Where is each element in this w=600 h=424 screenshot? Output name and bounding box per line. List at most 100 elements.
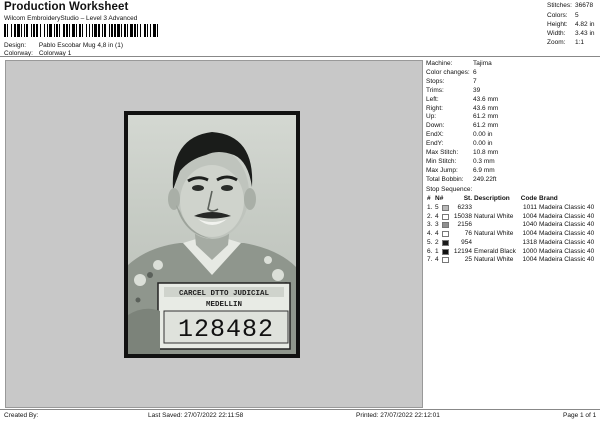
machine-info-label: Up: [426, 113, 437, 121]
color-swatch [442, 231, 449, 238]
machine-info-row: Max Jump: 6.9 mm [426, 167, 495, 175]
software-subtitle: Wilcom EmbroideryStudio – Level 3 Advanc… [4, 15, 138, 22]
color-swatch [442, 239, 449, 246]
machine-info-label: Color changes: [426, 68, 470, 76]
row-code: 1011 [523, 204, 537, 211]
placard-line2: MEDELLIN [206, 301, 242, 309]
row-brand: Madeira Classic 40 [539, 221, 595, 229]
worksheet-page: Production Worksheet Wilcom EmbroiderySt… [0, 0, 600, 424]
header-stitches: St. [463, 195, 472, 202]
design-label: Design: [4, 42, 27, 49]
row-number: 4. [427, 230, 433, 238]
machine-info-panel: Machine: Tajima Color changes: 6 Stops: 7 Trim… [424, 58, 600, 408]
footer-page: Page 1 of 1 [563, 412, 597, 419]
barcode-bar [158, 24, 160, 37]
row-code: 1000 [522, 247, 537, 255]
row-code: 1318 [522, 238, 537, 246]
design-value: Pablo Escobar Mug 4,8 in (1) [38, 42, 123, 49]
placard-line1: CARCEL DTTO JUDICIAL [179, 290, 270, 298]
machine-info-row: Color changes: 6 [426, 69, 477, 77]
machine-info-value: 43.6 mm [473, 95, 499, 103]
machine-info-value: 0.00 in [473, 140, 493, 148]
row-stitches: 6233 [457, 204, 472, 211]
machine-info-value: 43.6 mm [473, 104, 499, 112]
machine-info-value: 7 [473, 77, 477, 85]
machine-info-value: 10.8 mm [473, 149, 499, 156]
row-needle: 4 [435, 256, 439, 264]
machine-info-value: 0.00 in [473, 131, 493, 139]
machine-info-value: 0.3 mm [473, 157, 495, 165]
stat-stitches: Stitches: 36678 [547, 2, 594, 9]
row-needle: 1 [435, 247, 439, 255]
row-brand: Madeira Classic 40 [539, 256, 595, 264]
row-stitches: 12194 [453, 247, 472, 255]
machine-info-value: 39 [473, 86, 481, 94]
machine-info-row: Up: 61.2 mm [426, 113, 498, 121]
design-row: Design: Pablo Escobar Mug 4,8 in (1) [4, 42, 123, 49]
stop-sequence-row[interactable]: 5. 2 954 1318 Madeira Classic 40 [426, 239, 598, 248]
machine-info-row: Min Stitch: 0.3 mm [426, 158, 495, 166]
stat-zoom: Zoom: 1:1 [547, 39, 585, 46]
row-stitches: 954 [461, 238, 472, 246]
footer-divider [0, 409, 600, 410]
machine-info-label: Trims: [426, 86, 444, 94]
header-description: Description [474, 195, 510, 202]
row-brand: Madeira Classic 40 [539, 230, 595, 238]
row-brand: Madeira Classic 40 [539, 204, 595, 211]
machine-info-label: Left: [426, 95, 439, 103]
embroidery-design-preview[interactable]: CARCEL DTTO JUDICIAL MEDELLIN 128482 [124, 111, 300, 358]
machine-info-label: EndY: [426, 140, 444, 148]
header-divider [0, 56, 600, 57]
stop-sequence-row[interactable]: 6. 1 12194 Emerald Black 1000 Madeira Classic… [426, 248, 598, 257]
machine-info-label: Min Stitch: [426, 157, 457, 165]
machine-info-value: 6 [473, 68, 477, 76]
row-number: 2. [427, 212, 433, 220]
row-brand: Madeira Classic 40 [539, 212, 595, 220]
row-number: 7. [427, 256, 433, 264]
stop-sequence-row[interactable]: 2. 4 15038 Natural White 1004 Madeira Classic… [426, 213, 598, 222]
color-swatch [442, 257, 449, 264]
machine-info-label: Total Bobbin: [426, 175, 464, 183]
stop-sequence-row[interactable]: 4. 4 76 Natural White 1004 Madeira Classic 40 [426, 230, 598, 239]
row-stitches: 25 [464, 256, 472, 264]
header-code: Code [520, 195, 537, 202]
machine-info-label: Machine: [426, 60, 453, 67]
header-number: # [427, 195, 431, 202]
stat-colors: Colors: 5 [547, 12, 579, 19]
machine-info-value: 61.2 mm [473, 122, 499, 130]
row-needle: 4 [435, 212, 439, 220]
stop-sequence-row[interactable]: 1. 5 6233 1011 Madeira Classic 40 [426, 204, 598, 213]
machine-info-row: Stops: 7 [426, 78, 477, 86]
row-stitches: 2156 [457, 221, 472, 229]
machine-info-row: Max Stitch: 10.8 mm [426, 149, 498, 157]
machine-info-label: Max Jump: [426, 166, 458, 174]
row-code: 1004 [522, 256, 537, 264]
machine-info-value: 249.22ft [473, 175, 497, 183]
row-number: 5. [427, 238, 433, 246]
color-swatch [442, 248, 449, 255]
design-artwork: CARCEL DTTO JUDICIAL MEDELLIN 128482 [128, 115, 296, 354]
footer-last-saved: Last Saved: 27/07/2022 22:11:58 [148, 412, 244, 419]
color-swatch [442, 222, 449, 229]
machine-info-row: Total Bobbin: 249.22ft [426, 176, 497, 184]
row-stitches: 15038 [453, 212, 472, 220]
stop-sequence-row[interactable]: 3. 3 2156 1040 Madeira Classic 40 [426, 221, 598, 230]
machine-info-value: 6.9 mm [473, 166, 495, 174]
row-description: Natural White [474, 256, 514, 264]
machine-info-value: 61.2 mm [473, 113, 499, 121]
color-swatch [442, 213, 449, 220]
stop-sequence-row[interactable]: 7. 4 25 Natural White 1004 Madeira Classic 40 [426, 256, 598, 265]
row-number: 3. [427, 221, 433, 229]
header-needle: N# [435, 195, 444, 202]
machine-info-label: Down: [426, 122, 445, 130]
header-brand: Brand [539, 195, 558, 202]
machine-info-label: EndX: [426, 131, 444, 139]
stats-box: Stitches: 36678 Colors: 5 Height: 4.82 in W… [542, 0, 600, 50]
row-description: Emerald Black [474, 247, 516, 255]
footer-created-by: Created By: [4, 412, 39, 419]
machine-info-row: EndX: 0.00 in [426, 131, 493, 139]
row-description: Natural White [474, 230, 514, 238]
machine-info-value: Tajima [473, 60, 492, 67]
row-needle: 2 [435, 238, 439, 246]
barcode [4, 24, 240, 37]
